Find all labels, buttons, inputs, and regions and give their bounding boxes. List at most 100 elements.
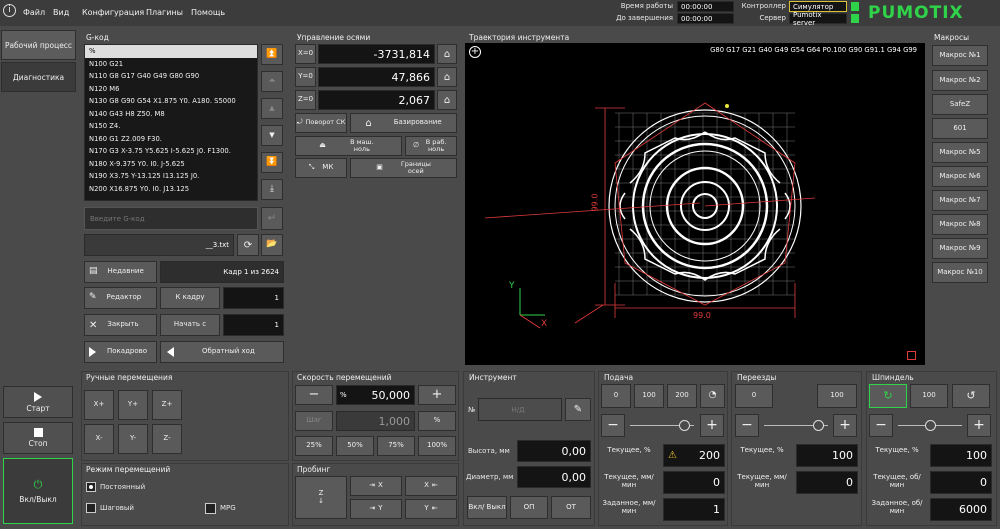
axis-limits-button[interactable]: ▣ Границы осей [350,158,457,178]
open-file-button[interactable]: 📂 [261,234,283,256]
macro-2-button[interactable]: Макрос №2 [932,70,988,91]
macro-5-button[interactable]: Макрос №5 [932,142,988,163]
speed-plus-button[interactable]: + [418,385,456,405]
stop-button[interactable]: Стоп [3,422,73,454]
rapid-slider-knob[interactable] [812,420,824,431]
mpg-checkbox[interactable] [205,503,216,514]
rotate-cs-button[interactable]: ⤾ Поворот СК [295,113,347,133]
info-icon[interactable]: i [3,4,16,17]
scroll-top-button[interactable]: ⏫ [261,44,283,65]
start-from-input[interactable]: 1 [223,314,284,336]
scroll-page-down-button[interactable]: ⏬ [261,152,283,173]
tool-op-button[interactable]: ОП [510,496,548,519]
spindle-plus-button[interactable]: + [967,414,991,437]
jog-y-minus-button[interactable]: Y- [118,424,148,454]
macro-9-button[interactable]: Макрос №9 [932,238,988,259]
spindle-minus-button[interactable]: − [869,414,893,437]
macro-7-button[interactable]: Макрос №7 [932,190,988,211]
to-work-zero-button[interactable]: ∅ В раб. ноль [405,136,457,156]
rapid-100-button[interactable]: 100 [817,384,857,408]
home-x-button[interactable]: ⌂ [437,44,457,64]
homing-button[interactable]: ⌂ Базирование [350,113,457,133]
to-machine-zero-button[interactable]: ⏏ В маш. ноль [295,136,402,156]
macro-6-button[interactable]: Макрос №6 [932,166,988,187]
menu-help[interactable]: Помощь [191,8,225,17]
rapid-plus-button[interactable]: + [833,414,857,437]
to-frame-input[interactable]: 1 [223,287,284,309]
feed-limit-button[interactable]: ◔ [700,384,725,408]
jog-x-plus-button[interactable]: X+ [84,390,114,420]
menu-file[interactable]: Файл [23,8,45,17]
gcode-line[interactable]: N130 G8 G90 G54 X1.875 Y0. A180. S5000 [85,95,257,108]
spindle-ccw-button[interactable]: ↺ [952,384,990,408]
gcode-line[interactable]: N180 X-9.375 Y0. I0. J-5.625 [85,158,257,171]
reverse-button[interactable]: Обратный ход [160,341,284,363]
rapid-0-button[interactable]: 0 [735,384,773,408]
probe-x-minus-button[interactable]: ⇥ X [350,476,402,496]
start-button[interactable]: Старт [3,386,73,418]
gcode-listing[interactable]: % N100 G21 N110 G8 G17 G40 G49 G80 G90 N… [84,44,258,201]
nav-work-process[interactable]: Рабочий процесс [1,30,76,60]
rapid-minus-button[interactable]: − [735,414,759,437]
power-button[interactable]: ⏻ Вкл/Выкл [3,458,73,524]
feed-0-button[interactable]: 0 [601,384,631,408]
macro-601-button[interactable]: 601 [932,118,988,139]
feed-plus-button[interactable]: + [700,414,724,437]
scroll-up-button[interactable]: ▲ [261,98,283,119]
probe-z-button[interactable]: Z ↓ [295,476,347,519]
edit-tool-button[interactable]: ✎ [565,398,591,421]
close-button[interactable]: ✕ Закрыть [84,314,157,336]
gcode-line[interactable]: N140 G43 H8 Z50. M8 [85,108,257,121]
trajectory-view[interactable]: + G80 G17 G21 G40 G49 G54 G64 P0.100 G90… [465,43,925,365]
step-toggle-button[interactable]: Шаг [295,411,333,431]
menu-plugins[interactable]: Плагины [146,8,183,17]
continuous-radio[interactable] [86,482,96,492]
jog-z-plus-button[interactable]: Z+ [152,390,182,420]
speed-minus-button[interactable]: − [295,385,333,405]
macro-8-button[interactable]: Макрос №8 [932,214,988,235]
menu-view[interactable]: Вид [53,8,69,17]
jog-y-plus-button[interactable]: Y+ [118,390,148,420]
feed-minus-button[interactable]: − [601,414,625,437]
macro-10-button[interactable]: Макрос №10 [932,262,988,283]
gcode-line[interactable]: N150 Z4. [85,120,257,133]
spindle-100-button[interactable]: 100 [910,384,948,408]
percent-button[interactable]: % [418,411,456,431]
gcode-line[interactable]: N190 X3.75 Y-13.125 I13.125 J0. [85,170,257,183]
scroll-page-up-button[interactable]: ⏶ [261,71,283,92]
enter-button[interactable]: ↵ [261,207,283,230]
speed-50-button[interactable]: 50% [336,436,374,456]
speed-100-button[interactable]: 100% [418,436,456,456]
probe-x-plus-button[interactable]: X ⇤ [405,476,457,496]
spindle-slider-knob[interactable] [924,420,936,431]
gcode-line[interactable]: N110 G8 G17 G40 G49 G80 G90 [85,70,257,83]
step-radio[interactable] [86,503,96,513]
scroll-bottom-button[interactable]: ⤓ [261,179,283,200]
speed-25-button[interactable]: 25% [295,436,333,456]
gcode-line[interactable]: N120 M6 [85,83,257,96]
start-from-button[interactable]: Начать с [160,314,220,336]
gcode-line[interactable]: % [85,45,257,58]
feed-100-button[interactable]: 100 [634,384,664,408]
menu-config[interactable]: Конфигурация [82,8,144,17]
mk-button[interactable]: ⤡ МК [295,158,347,178]
nav-diagnostics[interactable]: Диагностика [1,62,76,92]
feed-slider-knob[interactable] [678,420,690,431]
zero-z-button[interactable]: Z=0 [295,90,316,110]
home-y-button[interactable]: ⌂ [437,67,457,87]
gcode-line[interactable]: N100 G21 [85,58,257,71]
reload-button[interactable]: ⟳ [237,234,259,256]
tool-onoff-button[interactable]: Вкл/ Выкл [467,496,507,519]
scroll-down-button[interactable]: ▼ [261,125,283,146]
editor-button[interactable]: ✎ Редактор [84,287,157,309]
gcode-line[interactable]: N200 X16.875 Y0. I0. J13.125 [85,183,257,196]
speed-75-button[interactable]: 75% [377,436,415,456]
zero-x-button[interactable]: X=0 [295,44,316,64]
zero-y-button[interactable]: Y=0 [295,67,316,87]
recent-button[interactable]: ▤ Недавние [84,261,157,283]
fit-view-icon[interactable] [907,351,916,360]
gcode-input[interactable] [84,207,258,230]
to-frame-button[interactable]: К кадру [160,287,220,309]
macro-1-button[interactable]: Макрос №1 [932,45,988,66]
feed-200-button[interactable]: 200 [667,384,697,408]
